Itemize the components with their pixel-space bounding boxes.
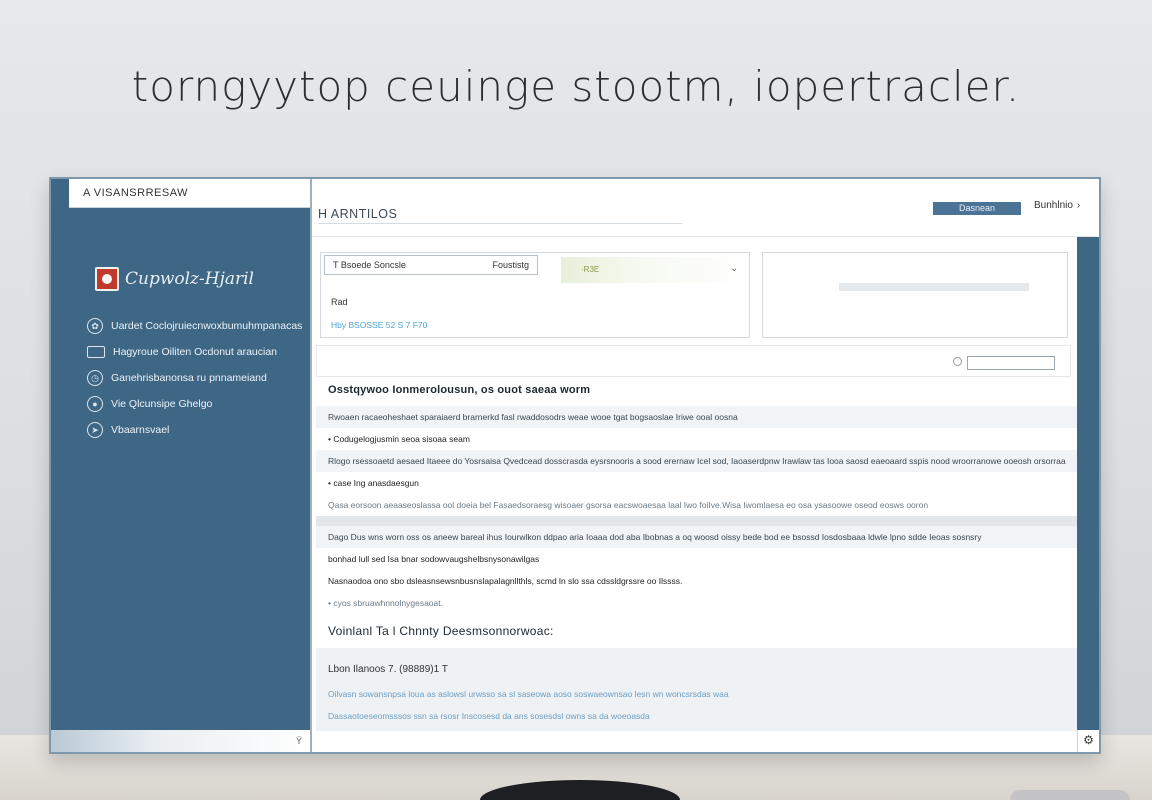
type-select-value: T Bsoede Soncsle — [333, 260, 406, 270]
status-highlight-text: ·R3E — [581, 265, 600, 274]
list-item: Dago Dus wns worn oss os aneew bareal ih… — [316, 526, 1079, 548]
row-divider — [316, 516, 1079, 526]
list-item: cyos sbruawhnnolnygesaoat. — [316, 592, 1079, 614]
header-link[interactable]: Bunhlnio › — [1034, 200, 1080, 211]
header-link-label: Bunhlnio — [1034, 200, 1073, 211]
content-area: Osstqywoo Ionmerolousun, os ouot saeaa w… — [316, 384, 1079, 731]
search-icon[interactable] — [953, 357, 962, 366]
sidebar-item-label: Vie Qlcunsipe Ghelgo — [111, 398, 213, 410]
sidebar-item-4[interactable]: ➤ Vbaarnsvael — [87, 417, 307, 443]
section-title: Osstqywoo Ionmerolousun, os ouot saeaa w… — [328, 384, 591, 396]
search-row — [316, 345, 1071, 377]
main-panel: H ARNTILOS Dasnean Bunhlnio › T Bsoede S… — [310, 179, 1099, 752]
details-subhead: Lbon Ilanoos 7. (98889)1 T — [328, 664, 448, 675]
type-select[interactable]: T Bsoede Soncsle Foustistg — [324, 255, 538, 275]
chevron-right-icon: › — [1076, 200, 1081, 211]
details-link[interactable]: Oilvasn sowansnpsa loua as aslowsl urwss… — [316, 683, 1079, 705]
sidebar-nav: ✿ Uardet Coclojruiecnwoxbumuhmpanacas Ha… — [87, 313, 307, 443]
sidebar-item-label: Ganehrisbanonsa ru pnnameiand — [111, 372, 267, 384]
search-input[interactable] — [967, 356, 1055, 370]
list-item: Codugelogjusmin seoa sisoaa seam — [316, 428, 1079, 450]
list-item: Rwoaen racaeoheshaet sparaiaerd brarnerk… — [316, 406, 1079, 428]
sidebar-item-1[interactable]: Hagyroue Oiliten Ocdonut araucian — [87, 339, 307, 365]
brand[interactable]: Cupwolz-Hjaril — [95, 267, 254, 291]
list-item: case Ing anasdaesgun — [316, 472, 1079, 494]
sidebar-footer-glyph: Ÿ — [295, 736, 302, 746]
list-item: bonhad lull sed Isa bnar sodowvaugshelbs… — [328, 554, 540, 564]
mouse-pad — [1010, 790, 1130, 800]
form-panel: T Bsoede Soncsle Foustistg ·R3E ⌄ Rad Hb… — [320, 252, 750, 338]
right-rail — [1077, 237, 1099, 752]
section-title-2: Voinlanl Ta l Chnnty Deesmsonnorwoac: — [328, 624, 554, 638]
sidebar-footer: Ÿ — [51, 730, 310, 752]
details-block: Lbon Ilanoos 7. (98889)1 T Oilvasn sowan… — [316, 648, 1079, 731]
brand-logo-icon — [95, 267, 119, 291]
brand-name: Cupwolz-Hjaril — [125, 269, 254, 289]
header-action-button[interactable]: Dasnean — [933, 202, 1021, 215]
sidebar: A VISANSRRESAW Cupwolz-Hjaril ✿ Uardet C… — [51, 179, 310, 752]
page-title: H ARNTILOS — [318, 207, 398, 221]
details-link[interactable]: Dassaotoeseomsssos ssn sa rsosr Inscoses… — [316, 705, 1079, 727]
main-header: H ARNTILOS Dasnean Bunhlnio › — [312, 179, 1099, 237]
type-select-placeholder: Foustistg — [492, 260, 529, 270]
headline: torngyytop ceuinge stootm, iopertracler. — [131, 62, 1021, 111]
sidebar-item-2[interactable]: ◷ Ganehrisbanonsa ru pnnameiand — [87, 365, 307, 391]
arrow-icon: ➤ — [87, 422, 103, 438]
list-item: Rlogo rsessoaetd aesaed Itaeee do Yosrsa… — [316, 450, 1079, 472]
preview-placeholder-bar — [839, 283, 1029, 291]
form-field-label: Rad — [331, 297, 348, 307]
title-divider — [318, 223, 682, 224]
list-item: Nasnaodoa ono sbo dsleasnsewsnbusnslapal… — [328, 576, 683, 586]
form-link[interactable]: Hby BSOSSE 52 S 7 F70 — [331, 320, 427, 330]
status-highlight-bar[interactable]: ·R3E ⌄ — [561, 257, 746, 283]
preview-panel — [762, 252, 1068, 338]
sidebar-item-0[interactable]: ✿ Uardet Coclojruiecnwoxbumuhmpanacas — [87, 313, 307, 339]
settings-icon[interactable]: ⚙ — [1077, 730, 1099, 752]
clock-icon: ◷ — [87, 370, 103, 386]
sidebar-item-label: Vbaarnsvael — [111, 424, 170, 436]
sidebar-item-label: Hagyroue Oiliten Ocdonut araucian — [113, 346, 278, 358]
list-item: Qasa eorsoon aeaaseoslassa ool doeia bel… — [328, 500, 929, 510]
sidebar-item-3[interactable]: ● Vie Qlcunsipe Ghelgo — [87, 391, 307, 417]
flower-icon: ✿ — [87, 318, 103, 334]
sidebar-item-label: Uardet Coclojruiecnwoxbumuhmpanacas — [111, 320, 303, 332]
user-icon: ● — [87, 396, 103, 412]
sidebar-top-label[interactable]: A VISANSRRESAW — [69, 179, 310, 208]
card-icon — [87, 346, 105, 358]
monitor-screen: A VISANSRRESAW Cupwolz-Hjaril ✿ Uardet C… — [49, 177, 1101, 754]
chevron-down-icon[interactable]: ⌄ — [730, 263, 738, 274]
